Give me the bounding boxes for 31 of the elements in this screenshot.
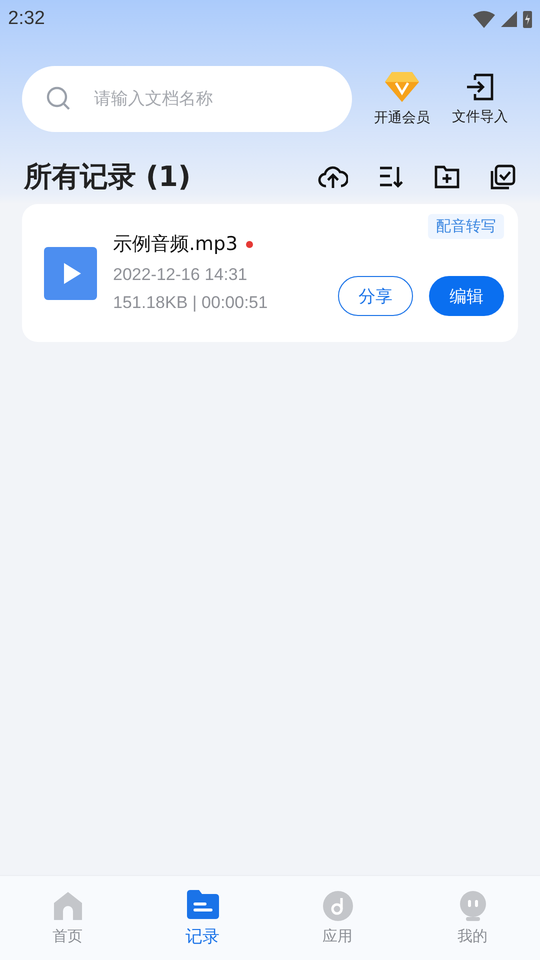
home-icon: [52, 890, 82, 920]
nav-tab[interactable]: 首页: [0, 876, 135, 960]
file-size-duration: 151.18KB | 00:00:51: [113, 293, 269, 313]
folder-icon: [186, 888, 218, 918]
cloud-upload-icon[interactable]: [318, 164, 348, 190]
status-time: 2:32: [8, 8, 45, 30]
search-field[interactable]: 请输入文档名称: [22, 66, 352, 132]
search-icon: [46, 86, 72, 112]
wifi-icon: [473, 10, 495, 28]
import-button[interactable]: 文件导入: [452, 72, 508, 126]
file-name: 示例音频.mp3: [113, 232, 238, 257]
audio-file-icon: [44, 246, 97, 300]
signal-icon: [501, 11, 517, 27]
file-date: 2022-12-16 14:31: [113, 265, 248, 285]
share-button[interactable]: 分享: [338, 276, 413, 316]
section-title: 所有记录 (1): [24, 159, 191, 195]
membership-button[interactable]: 开通会员: [374, 71, 430, 127]
nav-tab[interactable]: 记录: [135, 876, 270, 960]
import-icon: [465, 72, 495, 102]
battery-icon: [523, 10, 532, 28]
nav-tab[interactable]: 我的: [405, 876, 540, 960]
edit-button[interactable]: 编辑: [429, 276, 504, 316]
transcribe-tag: 配音转写: [428, 214, 504, 239]
sort-icon[interactable]: [378, 164, 404, 190]
multi-select-icon[interactable]: [490, 164, 516, 190]
add-folder-icon[interactable]: [434, 165, 460, 189]
diamond-icon: [384, 71, 420, 103]
record-card[interactable]: 示例音频.mp3 2022-12-16 14:31 151.18KB | 00:00:51 配音转写 分享 编辑: [22, 204, 518, 342]
robot-icon: [458, 890, 488, 920]
nav-tab[interactable]: 应用: [270, 876, 405, 960]
music-disc-icon: [322, 890, 352, 920]
